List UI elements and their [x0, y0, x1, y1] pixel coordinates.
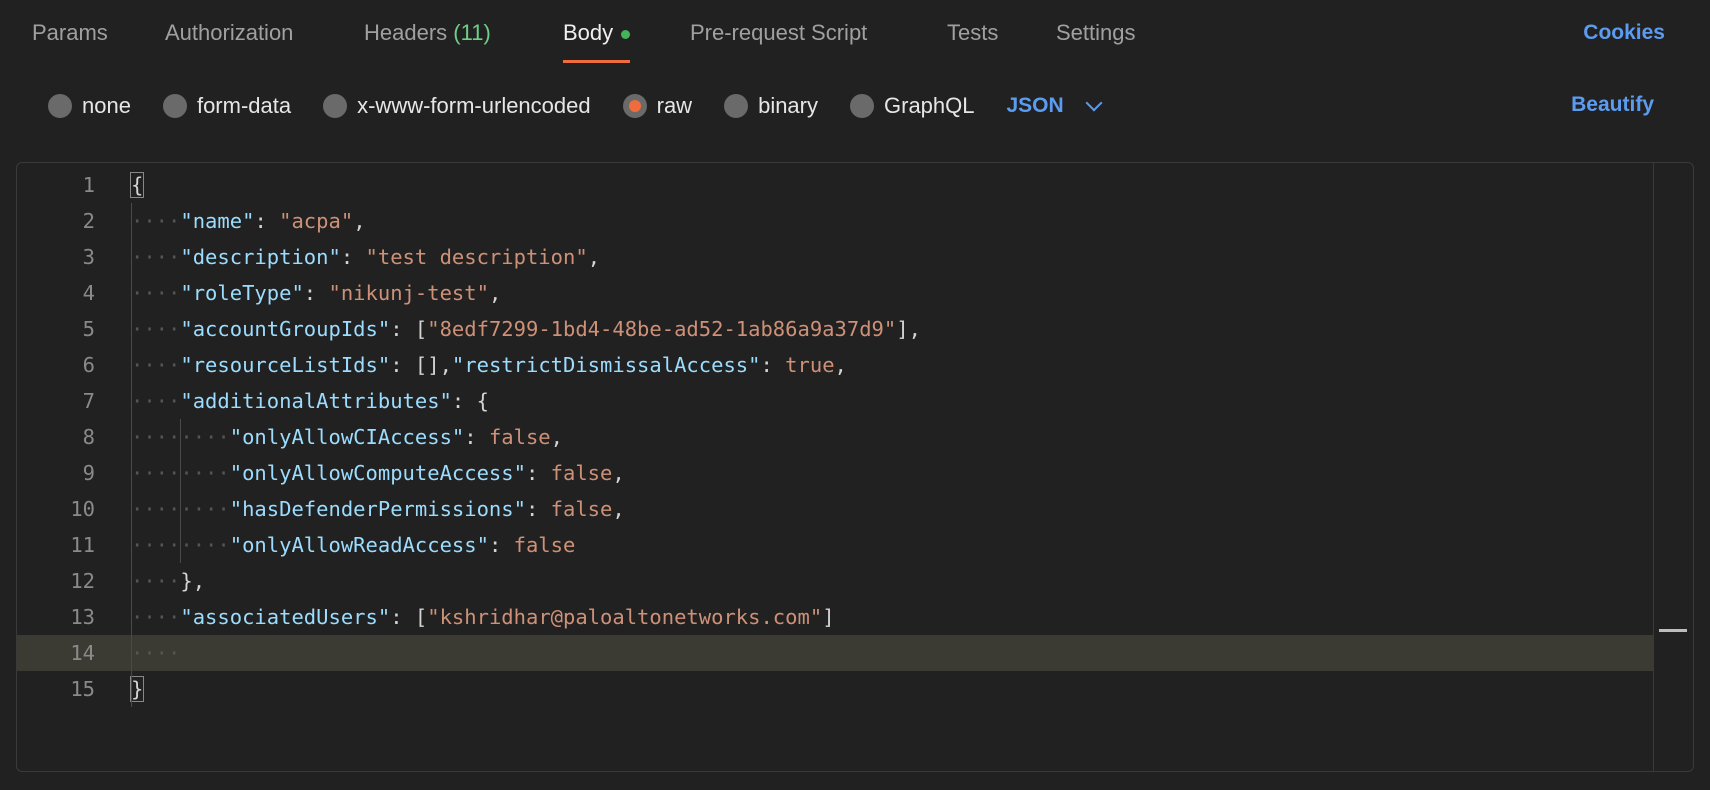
radio-circle-icon: [850, 94, 874, 118]
line-code: ····"roleType": "nikunj-test",: [131, 281, 502, 305]
format-value: JSON: [1006, 94, 1064, 117]
radio-binary[interactable]: binary: [724, 93, 818, 119]
tab-pre-request-script[interactable]: Pre-request Script: [690, 20, 867, 46]
radio-label: none: [82, 93, 131, 118]
line-code: ····"accountGroupIds": ["8edf7299-1bd4-4…: [131, 317, 921, 341]
request-tabs: Params Authorization Headers (11) Body P…: [0, 14, 1710, 66]
tab-tests[interactable]: Tests: [947, 20, 998, 46]
line-code: {: [129, 172, 145, 198]
format-dropdown[interactable]: JSON: [1006, 94, 1103, 118]
line-number: 8: [82, 425, 95, 449]
radio-circle-icon: [323, 94, 348, 118]
tab-params[interactable]: Params: [32, 20, 108, 46]
radio-label: raw: [656, 93, 693, 118]
radio-graphql[interactable]: GraphQL: [850, 93, 975, 119]
tab-settings[interactable]: Settings: [1056, 20, 1136, 46]
code-line: 5 ····"accountGroupIds": ["8edf7299-1bd4-…: [17, 311, 1653, 347]
line-number: 11: [70, 533, 95, 557]
line-number: 4: [82, 281, 95, 305]
line-number: 14: [70, 641, 95, 665]
line-code: ····"resourceListIds": [],"restrictDismi…: [131, 353, 847, 377]
code-line: 8 ········"onlyAllowCIAccess": false,: [17, 419, 1653, 455]
line-code: ····"associatedUsers": ["kshridhar@paloa…: [131, 605, 835, 629]
tab-headers[interactable]: Headers (11): [364, 20, 491, 46]
code-line: 15}: [17, 671, 1653, 707]
radio-label: form-data: [196, 93, 292, 118]
tab-body-label: Body: [563, 20, 614, 45]
code-line: 13 ····"associatedUsers": ["kshridhar@pal…: [17, 599, 1653, 635]
indent-guide: [180, 419, 182, 563]
radio-raw[interactable]: raw: [622, 93, 693, 119]
line-code: ········"onlyAllowComputeAccess": false,: [131, 461, 625, 485]
line-code: ········"onlyAllowReadAccess": false: [131, 533, 576, 557]
code-line: 7 ····"additionalAttributes": {: [17, 383, 1653, 419]
code-line: 10 ········"hasDefenderPermissions": fals…: [17, 491, 1653, 527]
code-line: 12 ····},: [17, 563, 1653, 599]
line-number: 1: [82, 173, 95, 197]
radio-label: binary: [758, 93, 818, 118]
line-code: ····: [131, 641, 181, 665]
radio-selected-icon: [622, 94, 647, 118]
code-line: 11 ········"onlyAllowReadAccess": false: [17, 527, 1653, 563]
code-line: 2 ····"name": "acpa",: [17, 203, 1653, 239]
line-number: 13: [70, 605, 95, 629]
line-code: ········"hasDefenderPermissions": false,: [131, 497, 625, 521]
code-line: 6 ····"resourceListIds": [],"restrictDism…: [17, 347, 1653, 383]
editor-scrollbar[interactable]: [1653, 163, 1693, 771]
line-number: 7: [82, 389, 95, 413]
line-number: 5: [82, 317, 95, 341]
line-number: 15: [70, 677, 95, 701]
line-code: ····"additionalAttributes": {: [131, 389, 489, 413]
radio-x-www-form-urlencoded[interactable]: x-www-form-urlencoded: [323, 93, 591, 119]
radio-label: x-www-form-urlencoded: [357, 93, 591, 118]
line-number: 2: [82, 209, 95, 233]
line-code: ····"name": "acpa",: [131, 209, 366, 233]
line-code: ····},: [131, 569, 206, 593]
headers-count-badge: (11): [453, 20, 491, 45]
tab-body[interactable]: Body: [563, 20, 631, 63]
radio-circle-icon: [724, 94, 749, 118]
body-modified-dot-icon: [621, 29, 631, 39]
cookies-link[interactable]: Cookies: [1583, 21, 1665, 45]
line-number: 12: [70, 569, 95, 593]
beautify-button[interactable]: Beautify: [1571, 93, 1654, 117]
radio-form-data[interactable]: form-data: [162, 93, 292, 119]
code-line: 3 ····"description": "test description",: [17, 239, 1653, 275]
line-number: 9: [82, 461, 95, 485]
scrollbar-cursor-marker: [1659, 629, 1687, 632]
code-line: 4 ····"roleType": "nikunj-test",: [17, 275, 1653, 311]
radio-none[interactable]: none: [48, 93, 131, 119]
line-code: ····"description": "test description",: [131, 245, 601, 269]
tab-authorization[interactable]: Authorization: [165, 20, 293, 46]
radio-label: GraphQL: [884, 93, 975, 118]
body-type-selector: none form-data x-www-form-urlencoded raw…: [48, 90, 1103, 122]
line-code: }: [129, 676, 145, 702]
line-number: 3: [82, 245, 95, 269]
line-number: 10: [70, 497, 95, 521]
indent-guide: [131, 203, 132, 707]
tab-headers-label: Headers: [364, 20, 448, 45]
radio-circle-icon: [162, 94, 187, 118]
line-code: ········"onlyAllowCIAccess": false,: [131, 425, 563, 449]
radio-circle-icon: [48, 94, 72, 118]
code-editor[interactable]: 1{2 ····"name": "acpa", 3 ····"description"…: [16, 162, 1694, 772]
code-line: 14 ····: [17, 635, 1653, 671]
code-line: 9 ········"onlyAllowComputeAccess": false…: [17, 455, 1653, 491]
line-number: 6: [82, 353, 95, 377]
chevron-down-icon: [1085, 94, 1103, 112]
code-line: 1{: [17, 167, 1653, 203]
